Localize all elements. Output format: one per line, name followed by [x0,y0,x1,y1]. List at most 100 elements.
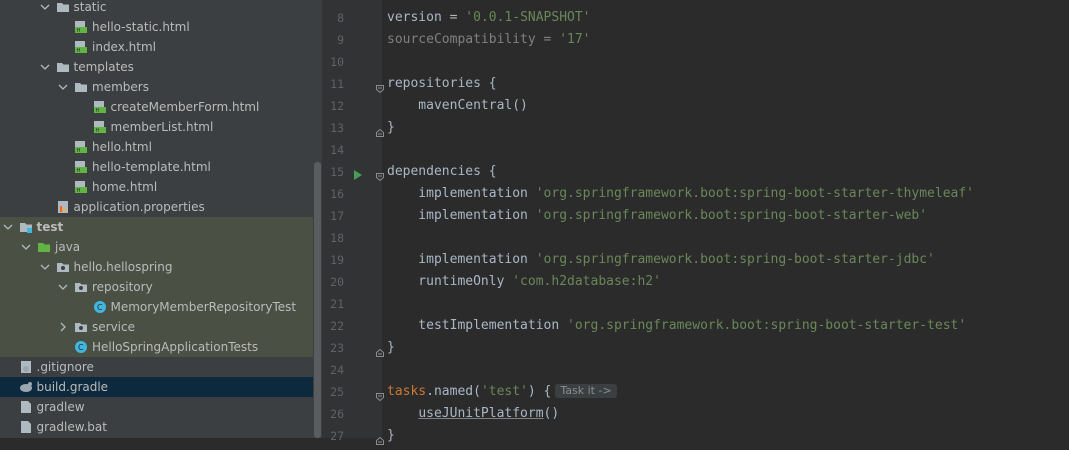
tree-item[interactable]: .gitignore [0,357,313,377]
code-line[interactable]: } [387,117,395,139]
tree-item-label: templates [73,60,134,74]
line-number: 15 [330,165,344,179]
chevron-right-icon[interactable] [58,319,68,335]
tree-item[interactable]: gradlew [0,397,313,417]
tree-item-label: repository [92,280,153,294]
tree-item[interactable]: members [0,77,313,97]
line-number: 10 [330,55,344,69]
tree-item[interactable]: HcreateMemberForm.html [0,97,313,117]
tree-item[interactable]: Hhome.html [0,177,313,197]
html-file-icon: H [74,20,88,34]
line-number: 23 [330,341,344,355]
folder-icon [56,60,70,74]
code-line[interactable]: implementation 'org.springframework.boot… [387,183,974,205]
line-number: 8 [337,11,344,25]
string-token: 'org.springframework.boot:spring-boot-st… [535,186,975,201]
tree-item-label: members [92,80,149,94]
chevron-down-icon[interactable] [21,239,31,255]
code-token: = [449,10,466,25]
tree-scrollbar[interactable] [313,0,322,438]
code-line[interactable]: sourceCompatibility = '17' [387,29,591,51]
code-line[interactable]: runtimeOnly 'com.h2database:h2' [387,271,661,293]
code-token: implementation [387,252,536,267]
line-number: 16 [330,187,344,201]
chevron-down-icon[interactable] [58,79,68,95]
tree-item-label: createMemberForm.html [110,100,260,114]
line-number: 19 [330,253,344,267]
tree-item[interactable]: application.properties [0,197,313,217]
line-number: 14 [330,143,344,157]
package-icon [74,280,88,294]
chevron-down-icon[interactable] [58,279,68,295]
tree-item[interactable]: gradlew.bat [0,417,313,437]
line-number: 13 [330,121,344,135]
tree-item-label: service [92,320,135,334]
code-line[interactable]: implementation 'org.springframework.boot… [387,205,927,227]
tree-item[interactable]: service [0,317,313,337]
code-token: implementation [387,208,536,223]
run-icon[interactable] [353,167,363,180]
svg-text:H: H [77,148,81,154]
svg-text:H: H [77,188,81,194]
tree-item-label: home.html [92,180,158,194]
fold-close-icon[interactable] [376,124,384,137]
tree-item[interactable]: C HelloSpringApplicationTests [0,337,313,357]
fold-close-icon[interactable] [376,344,384,357]
line-number: 22 [330,319,344,333]
tree-item[interactable]: static [0,0,313,17]
module-folder-icon [19,220,33,234]
file-icon [19,400,33,414]
code-line[interactable]: version = '0.0.1-SNAPSHOT' [387,7,591,29]
tree-item-label: gradlew.bat [36,420,107,434]
code-token: repositories { [387,76,497,91]
tree-item[interactable]: hello.hellospring [0,257,313,277]
fold-close-icon[interactable] [376,432,384,445]
string-token: 'com.h2database:h2' [512,274,661,289]
gitignore-file-icon [19,360,33,374]
svg-text:H: H [77,168,81,174]
tree-item[interactable]: build.gradle [0,377,313,397]
code-line[interactable]: dependencies { [387,161,497,183]
svg-text:C: C [97,303,103,312]
code-line[interactable]: implementation 'org.springframework.boot… [387,249,935,271]
chevron-down-icon[interactable] [3,219,13,235]
fold-open-icon[interactable] [376,168,384,182]
chevron-down-icon[interactable] [40,0,50,15]
tree-item-label: gradlew [36,400,85,414]
chevron-down-icon[interactable] [40,59,50,75]
code-line[interactable]: repositories { [387,73,497,95]
code-line[interactable]: mavenCentral() [387,95,528,117]
tree-item-label: memberList.html [110,120,214,134]
tree-item[interactable]: java [0,237,313,257]
code-token: () [543,406,560,421]
svg-text:C: C [78,343,84,352]
tree-scrollbar-thumb[interactable] [314,162,321,438]
tree-item[interactable]: Hindex.html [0,37,313,57]
code-line[interactable]: } [387,337,395,359]
gradle-icon [19,380,33,394]
tree-item[interactable]: test [0,217,313,237]
package-icon [56,260,70,274]
line-number: 11 [330,77,344,91]
tree-item-label: index.html [92,40,156,54]
html-file-icon: H [74,160,88,174]
tree-item[interactable]: Hhello-static.html [0,17,313,37]
chevron-down-icon[interactable] [40,259,50,275]
tree-item[interactable]: Hhello-template.html [0,157,313,177]
tree-item[interactable]: templates [0,57,313,77]
html-file-icon: H [93,100,107,114]
code-line[interactable]: testImplementation 'org.springframework.… [387,315,966,337]
code-token: useJUnitPlatform [418,406,544,421]
fold-open-icon[interactable] [376,388,384,402]
tree-item[interactable]: HmemberList.html [0,117,313,137]
fold-open-icon[interactable] [376,80,384,94]
code-line[interactable]: useJUnitPlatform() [387,403,559,425]
tree-item[interactable]: C MemoryMemberRepositoryTest [0,297,313,317]
line-number: 17 [330,209,344,223]
project-tree[interactable]: static Hhello-static.html Hindex.html templ… [0,0,313,438]
code-line[interactable]: } [387,425,395,447]
tree-item-label: HelloSpringApplicationTests [92,340,259,354]
tree-item[interactable]: repository [0,277,313,297]
code-line[interactable]: tasks.named('test') {Task it -> [387,381,617,403]
tree-item[interactable]: Hhello.html [0,137,313,157]
